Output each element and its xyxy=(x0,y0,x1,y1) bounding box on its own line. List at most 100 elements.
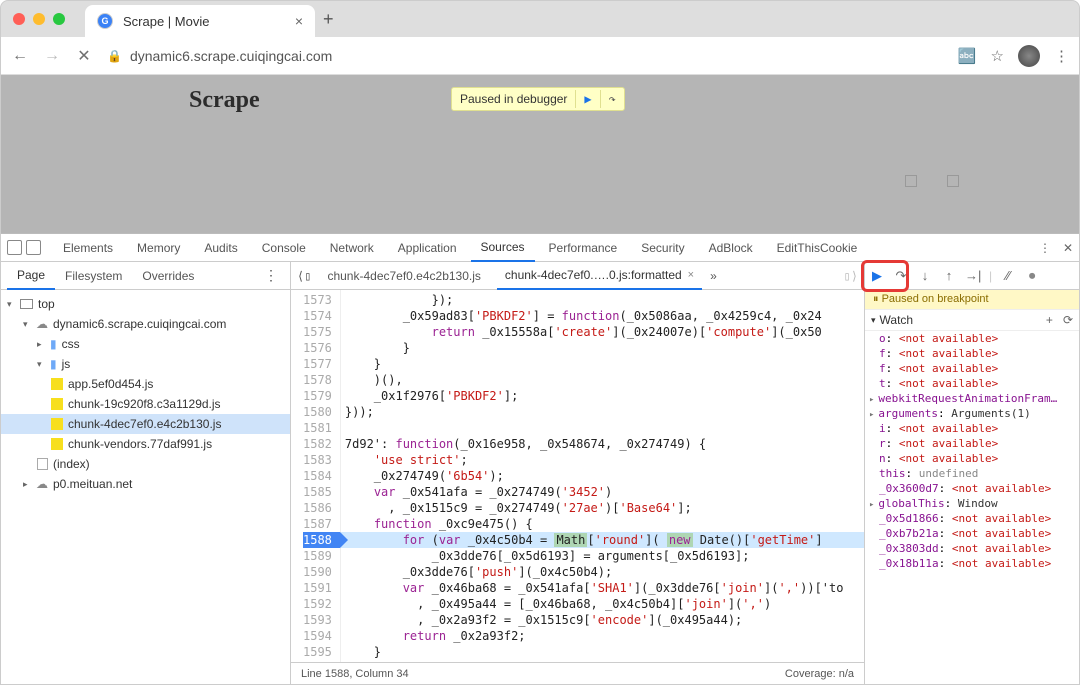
close-editor-tab-icon[interactable]: × xyxy=(688,269,694,281)
watch-header[interactable]: ▾ Watch + ⟳ xyxy=(865,310,1079,331)
tab-sources[interactable]: Sources xyxy=(471,234,535,262)
next-file-icon[interactable]: ▯⟩ xyxy=(844,269,858,283)
url-field[interactable]: 🔒 dynamic6.scrape.cuiqingcai.com xyxy=(107,48,944,64)
more-tabs-icon[interactable]: » xyxy=(710,269,717,283)
watch-item[interactable]: f: <not available> xyxy=(865,346,1079,361)
editor-tab[interactable]: chunk-4dec7ef0.e4c2b130.js xyxy=(319,262,488,290)
tab-adblock[interactable]: AdBlock xyxy=(699,234,763,262)
watch-item[interactable]: globalThis: Window xyxy=(865,496,1079,511)
navigator-tab-filesystem[interactable]: Filesystem xyxy=(55,262,132,290)
step-button[interactable]: →| xyxy=(965,268,981,283)
maximize-window-button[interactable] xyxy=(53,13,65,25)
paused-label: Paused in debugger xyxy=(452,90,575,108)
page-heading: Scrape xyxy=(189,87,260,114)
code-area[interactable]: }); _0x59ad83['PBKDF2'] = function(_0x50… xyxy=(341,290,864,662)
cursor-position: Line 1588, Column 34 xyxy=(301,668,409,680)
tab-memory[interactable]: Memory xyxy=(127,234,190,262)
watch-list[interactable]: o: <not available>f: <not available>f: <… xyxy=(865,331,1079,684)
watch-item[interactable]: _0x3600d7: <not available> xyxy=(865,481,1079,496)
overlay-resume-button[interactable]: ▶ xyxy=(575,90,599,108)
tree-domain-other[interactable]: ▸☁p0.meituan.net xyxy=(1,474,290,494)
editor-tabs: ⟨▯ chunk-4dec7ef0.e4c2b130.js chunk-4dec… xyxy=(291,262,864,290)
editor-tab-active[interactable]: chunk-4dec7ef0.….0.js:formatted× xyxy=(497,262,702,290)
tree-folder-js[interactable]: ▾▮js xyxy=(1,354,290,374)
placeholder-box xyxy=(947,175,959,187)
step-out-button[interactable]: ↑ xyxy=(941,268,957,283)
tree-file-js[interactable]: chunk-vendors.77daf991.js xyxy=(1,434,290,454)
deactivate-breakpoints-button[interactable]: ⁄⁄ xyxy=(1000,268,1016,283)
overlay-step-button[interactable]: ↷ xyxy=(600,90,624,108)
devtools-close-icon[interactable]: ✕ xyxy=(1063,241,1073,255)
traffic-lights xyxy=(13,13,65,25)
watch-item[interactable]: i: <not available> xyxy=(865,421,1079,436)
translate-icon[interactable]: 🔤 xyxy=(958,47,977,65)
file-tree[interactable]: ▾top ▾☁dynamic6.scrape.cuiqingcai.com ▸▮… xyxy=(1,290,290,684)
step-over-button[interactable]: ↷ xyxy=(893,268,909,284)
resume-button[interactable]: ▶ xyxy=(869,268,885,284)
inspect-icon[interactable] xyxy=(7,240,22,255)
tab-title: Scrape | Movie xyxy=(123,14,209,29)
tree-file-js[interactable]: app.5ef0d454.js xyxy=(1,374,290,394)
tree-file-js-selected[interactable]: chunk-4dec7ef0.e4c2b130.js xyxy=(1,414,290,434)
prev-file-icon[interactable]: ⟨▯ xyxy=(297,269,311,283)
navigator-pane: Page Filesystem Overrides ⋮ ▾top ▾☁dynam… xyxy=(1,262,291,684)
minimize-window-button[interactable] xyxy=(33,13,45,25)
watch-item[interactable]: t: <not available> xyxy=(865,376,1079,391)
watch-item[interactable]: f: <not available> xyxy=(865,361,1079,376)
watch-item[interactable]: o: <not available> xyxy=(865,331,1079,346)
navigator-tab-page[interactable]: Page xyxy=(7,262,55,290)
watch-title: Watch xyxy=(880,313,914,327)
profile-avatar[interactable] xyxy=(1018,45,1040,67)
watch-item[interactable]: _0x3803dd: <not available> xyxy=(865,541,1079,556)
window-titlebar: G Scrape | Movie × + xyxy=(1,1,1079,37)
source-editor[interactable]: 1573157415751576157715781579158015811582… xyxy=(291,290,864,662)
line-gutter[interactable]: 1573157415751576157715781579158015811582… xyxy=(291,290,341,662)
address-bar: ← → ✕ 🔒 dynamic6.scrape.cuiqingcai.com 🔤… xyxy=(1,37,1079,75)
stop-reload-button[interactable]: ✕ xyxy=(75,46,93,66)
watch-item[interactable]: arguments: Arguments(1) xyxy=(865,406,1079,421)
tab-audits[interactable]: Audits xyxy=(194,234,247,262)
watch-item[interactable]: _0x18b11a: <not available> xyxy=(865,556,1079,571)
tree-file-index[interactable]: (index) xyxy=(1,454,290,474)
placeholder-box xyxy=(905,175,917,187)
device-icon[interactable] xyxy=(26,240,41,255)
tab-elements[interactable]: Elements xyxy=(53,234,123,262)
page-viewport: Scrape Paused in debugger ▶ ↷ xyxy=(1,75,1079,233)
tab-network[interactable]: Network xyxy=(320,234,384,262)
watch-item[interactable]: r: <not available> xyxy=(865,436,1079,451)
close-tab-icon[interactable]: × xyxy=(295,13,303,29)
tab-favicon: G xyxy=(97,13,113,29)
watch-item[interactable]: _0xb7b21a: <not available> xyxy=(865,526,1079,541)
add-watch-icon[interactable]: + xyxy=(1046,313,1053,327)
step-into-button[interactable]: ↓ xyxy=(917,268,933,283)
tree-folder-css[interactable]: ▸▮css xyxy=(1,334,290,354)
navigator-tab-overrides[interactable]: Overrides xyxy=(132,262,204,290)
watch-item[interactable]: _0x5d1866: <not available> xyxy=(865,511,1079,526)
tab-editthiscookie[interactable]: EditThisCookie xyxy=(767,234,868,262)
url-text: dynamic6.scrape.cuiqingcai.com xyxy=(130,48,332,64)
tab-security[interactable]: Security xyxy=(631,234,694,262)
menu-icon[interactable]: ⋮ xyxy=(1054,47,1069,65)
watch-item[interactable]: n: <not available> xyxy=(865,451,1079,466)
watch-item[interactable]: webkitRequestAnimationFram… xyxy=(865,391,1079,406)
bookmark-icon[interactable]: ☆ xyxy=(991,47,1004,65)
tab-console[interactable]: Console xyxy=(252,234,316,262)
refresh-watch-icon[interactable]: ⟳ xyxy=(1063,313,1073,327)
devtools-menu-icon[interactable]: ⋮ xyxy=(1039,241,1051,255)
tree-top-frame[interactable]: ▾top xyxy=(1,294,290,314)
devtools-panel: Elements Memory Audits Console Network A… xyxy=(1,233,1079,684)
browser-tab[interactable]: G Scrape | Movie × xyxy=(85,5,315,37)
back-button[interactable]: ← xyxy=(11,47,29,65)
paused-reason: ⏸ Paused on breakpoint xyxy=(865,290,1079,310)
new-tab-button[interactable]: + xyxy=(323,9,334,30)
tab-performance[interactable]: Performance xyxy=(539,234,628,262)
tree-file-js[interactable]: chunk-19c920f8.c3a1129d.js xyxy=(1,394,290,414)
forward-button[interactable]: → xyxy=(43,47,61,65)
navigator-more-icon[interactable]: ⋮ xyxy=(264,267,284,284)
close-window-button[interactable] xyxy=(13,13,25,25)
debugger-sidebar: ▶ ↷ ↓ ↑ →| | ⁄⁄ ⏺ ⏸ Paused on breakpoint… xyxy=(865,262,1079,684)
tree-domain[interactable]: ▾☁dynamic6.scrape.cuiqingcai.com xyxy=(1,314,290,334)
pause-exceptions-button[interactable]: ⏺ xyxy=(1024,268,1040,284)
watch-item[interactable]: this: undefined xyxy=(865,466,1079,481)
tab-application[interactable]: Application xyxy=(388,234,467,262)
